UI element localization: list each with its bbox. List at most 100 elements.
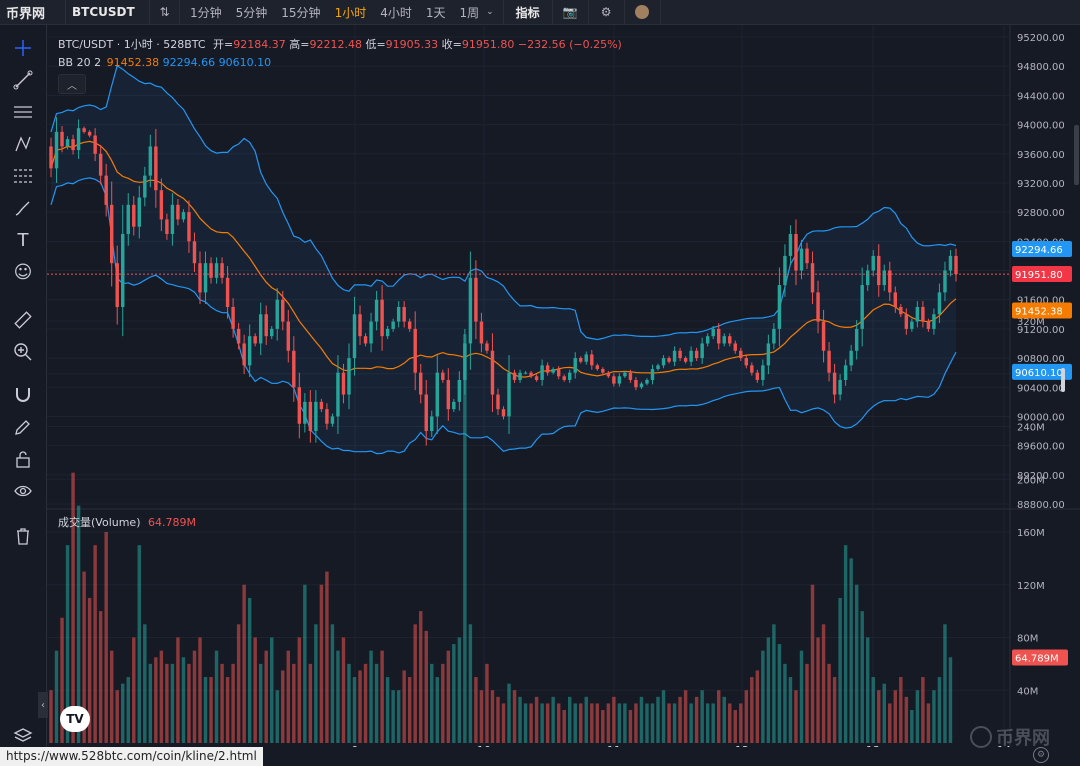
candle-body (556, 369, 561, 377)
chevron-down-icon[interactable]: ⌄ (486, 7, 500, 17)
timeframe-4h[interactable]: 4小时 (373, 0, 419, 24)
emoji-icon[interactable]: ☺ (9, 258, 37, 286)
candle-body (937, 292, 942, 315)
candle-body (810, 263, 815, 293)
price-tick-label: 94000.00 (1017, 121, 1065, 132)
timeframe-15m[interactable]: 15分钟 (274, 0, 327, 24)
volume-bar (832, 677, 837, 743)
volume-bar (523, 703, 528, 743)
volume-bar (854, 584, 859, 743)
candle-body (231, 306, 235, 329)
scroll-left-button[interactable]: ‹ (38, 692, 48, 718)
candle-body (926, 321, 931, 329)
candle-body (407, 321, 412, 329)
volume-bar (270, 637, 274, 743)
volume-bar (904, 696, 909, 743)
candle-body (121, 234, 125, 307)
candle-body (590, 354, 594, 366)
brush-icon[interactable] (9, 194, 37, 222)
timeframe-group: 1分钟 5分钟 15分钟 1小时 4小时 1天 1周 ⌄ (180, 0, 504, 24)
volume-bar (441, 663, 445, 743)
timeframe-1d[interactable]: 1天 (419, 0, 453, 24)
volume-bar (352, 677, 357, 743)
volume-bar (678, 696, 682, 743)
timeframe-1m[interactable]: 1分钟 (183, 0, 229, 24)
volume-bar (667, 703, 671, 743)
crosshair-icon[interactable] (9, 34, 37, 62)
volume-bar (948, 657, 953, 743)
volume-bar (380, 650, 384, 743)
candle-body (634, 379, 638, 388)
price-scale-handle (1061, 368, 1065, 392)
trend-line-icon[interactable] (9, 66, 37, 94)
collapse-legend-button[interactable]: ︿ (58, 74, 86, 94)
zoom-in-icon[interactable] (9, 338, 37, 366)
change-value: −232.56 (−0.25%) (517, 38, 622, 51)
timeframe-1w[interactable]: 1周 (452, 0, 486, 24)
ruler-icon[interactable] (9, 306, 37, 334)
avatar[interactable] (625, 0, 661, 24)
candle-body (424, 394, 428, 432)
candle-body (568, 372, 572, 380)
volume-bar (540, 703, 544, 743)
layers-icon[interactable] (9, 722, 37, 750)
magnet-icon[interactable] (9, 381, 37, 409)
volume-bar (104, 532, 108, 743)
pattern-icon[interactable] (9, 130, 37, 158)
price-tick-label: 92800.00 (1017, 208, 1065, 219)
candle-body (777, 285, 782, 329)
volume-bar (899, 677, 903, 743)
text-tool-icon[interactable]: T (9, 226, 37, 254)
time-axis-label: 9 (352, 744, 359, 747)
volume-bar (446, 650, 451, 743)
volume-bar (783, 663, 787, 743)
candle-body (457, 379, 462, 402)
candle-body (176, 204, 180, 220)
volume-bar (639, 696, 644, 743)
high-label: 高= (289, 38, 310, 51)
candle-body (910, 321, 914, 329)
symbol-selector[interactable]: BTCUSDT (66, 0, 150, 24)
horizontal-lines-icon[interactable] (9, 98, 37, 126)
lock-drawing-icon[interactable] (9, 413, 37, 441)
brand-logo[interactable]: 币界网 (0, 0, 66, 24)
fib-icon[interactable] (9, 162, 37, 190)
indicators-button[interactable]: 指标 (504, 0, 553, 24)
volume-bar (308, 663, 313, 743)
lock-icon[interactable] (9, 445, 37, 473)
candle-body (623, 372, 627, 377)
volume-bar (501, 703, 506, 743)
candle-body (601, 369, 605, 373)
tradingview-logo[interactable]: TV (60, 706, 90, 732)
candle-body (325, 409, 329, 424)
chart-area[interactable]: 95200.00 94800.00 94400.00 94000.00 93600.00… (47, 25, 1080, 747)
candle-body (496, 394, 500, 410)
volume-bar (744, 690, 749, 743)
timeframe-1h[interactable]: 1小时 (328, 0, 374, 24)
volume-bar (816, 637, 820, 743)
candle-body (628, 372, 633, 380)
camera-icon[interactable]: 📷 (553, 0, 589, 24)
candle-body (347, 358, 351, 395)
timeframe-5m[interactable]: 5分钟 (229, 0, 275, 24)
volume-tick-label: 320M (1017, 317, 1045, 328)
candle-body (672, 350, 677, 362)
candle-body (534, 376, 539, 380)
eye-icon[interactable] (9, 477, 37, 505)
price-tick-label: 90800.00 (1017, 354, 1065, 365)
candle-body (220, 263, 224, 278)
volume-bar (656, 696, 660, 743)
low-value: 91905.33 (385, 38, 439, 51)
compare-icon[interactable]: ⇅ (150, 0, 180, 24)
gear-icon[interactable]: ⚙ (589, 0, 625, 24)
price-badge-label: 92294.66 (1015, 245, 1063, 256)
candle-body (816, 292, 820, 322)
trash-icon[interactable] (9, 522, 37, 550)
candle-body (264, 314, 268, 337)
volume-bar (877, 690, 881, 743)
status-url[interactable]: https://www.528btc.com/coin/kline/2.html (0, 747, 263, 766)
volume-bar (843, 545, 848, 743)
volume-bar (148, 663, 153, 743)
candle-body (369, 321, 373, 344)
settings-gear-icon[interactable]: ⚙ (1033, 747, 1049, 763)
